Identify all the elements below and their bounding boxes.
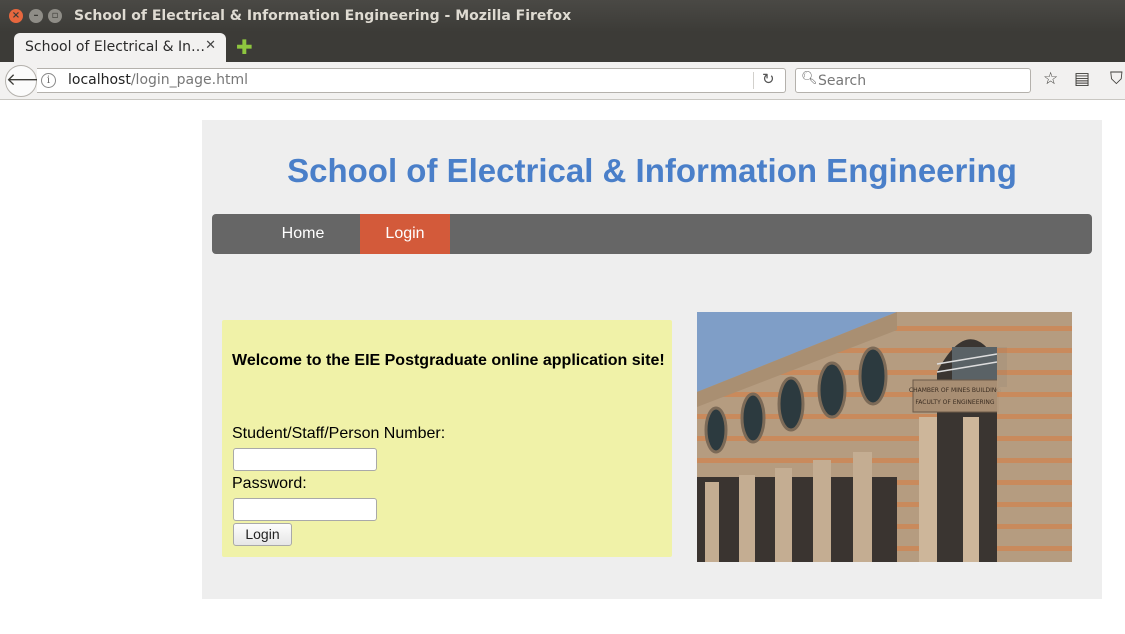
reading-list-icon[interactable]: ▤ <box>1074 69 1090 89</box>
navigation-toolbar: 🡐 i localhost/login_page.html ↻ 🔍︎ ☆ ▤ ⛉ <box>0 62 1125 100</box>
reload-icon[interactable]: ↻ <box>762 70 775 88</box>
building-illustration: CHAMBER OF MINES BUILDING FACULTY OF ENG… <box>697 312 1072 562</box>
back-button[interactable]: 🡐 <box>5 65 52 97</box>
user-number-label: Student/Staff/Person Number: <box>232 425 446 442</box>
tab-close-icon[interactable]: ✕ <box>205 38 216 53</box>
login-button[interactable]: Login <box>233 523 292 546</box>
password-input[interactable] <box>233 498 377 521</box>
menu-item-login[interactable]: Login <box>360 214 450 254</box>
search-icon: 🔍︎ <box>801 71 818 86</box>
url-divider <box>753 72 754 89</box>
search-box[interactable]: 🔍︎ <box>795 68 1031 93</box>
window-titlebar: × – ▫ School of Electrical & Information… <box>0 0 1125 32</box>
window-close-button[interactable]: × <box>9 9 23 23</box>
window-title: School of Electrical & Information Engin… <box>74 8 572 24</box>
sign-line-1: CHAMBER OF MINES BUILDING <box>909 387 1001 394</box>
url-host: localhost <box>68 72 131 88</box>
menu-item-home[interactable]: Home <box>258 214 348 254</box>
browser-tab[interactable]: School of Electrical & In… ✕ <box>14 33 226 62</box>
window-maximize-button[interactable]: ▫ <box>48 9 62 23</box>
tab-label: School of Electrical & In… <box>25 39 206 55</box>
page-title: School of Electrical & Information Engin… <box>287 152 1017 189</box>
url-path: /login_page.html <box>130 72 248 88</box>
search-input[interactable] <box>818 71 1018 90</box>
bookmark-star-icon[interactable]: ☆ <box>1043 69 1058 89</box>
password-label: Password: <box>232 475 307 492</box>
new-tab-icon[interactable]: ✚ <box>236 35 253 59</box>
window-minimize-button[interactable]: – <box>29 9 43 23</box>
login-panel: Welcome to the EIE Postgraduate online a… <box>222 320 672 557</box>
pocket-icon[interactable]: ⛉ <box>1110 69 1123 89</box>
main-menu: Home Login <box>212 214 1092 254</box>
tab-strip: School of Electrical & In… ✕ ✚ <box>0 32 1125 62</box>
building-photo: CHAMBER OF MINES BUILDING FACULTY OF ENG… <box>697 312 1072 562</box>
url-text[interactable]: localhost/login_page.html <box>68 72 248 88</box>
page-container: School of Electrical & Information Engin… <box>202 120 1102 599</box>
site-info-icon[interactable]: i <box>41 73 56 88</box>
user-number-input[interactable] <box>233 448 377 471</box>
sign-line-2: FACULTY OF ENGINEERING <box>915 399 995 406</box>
welcome-message: Welcome to the EIE Postgraduate online a… <box>232 352 665 369</box>
url-bar[interactable]: i localhost/login_page.html ↻ <box>37 68 786 93</box>
